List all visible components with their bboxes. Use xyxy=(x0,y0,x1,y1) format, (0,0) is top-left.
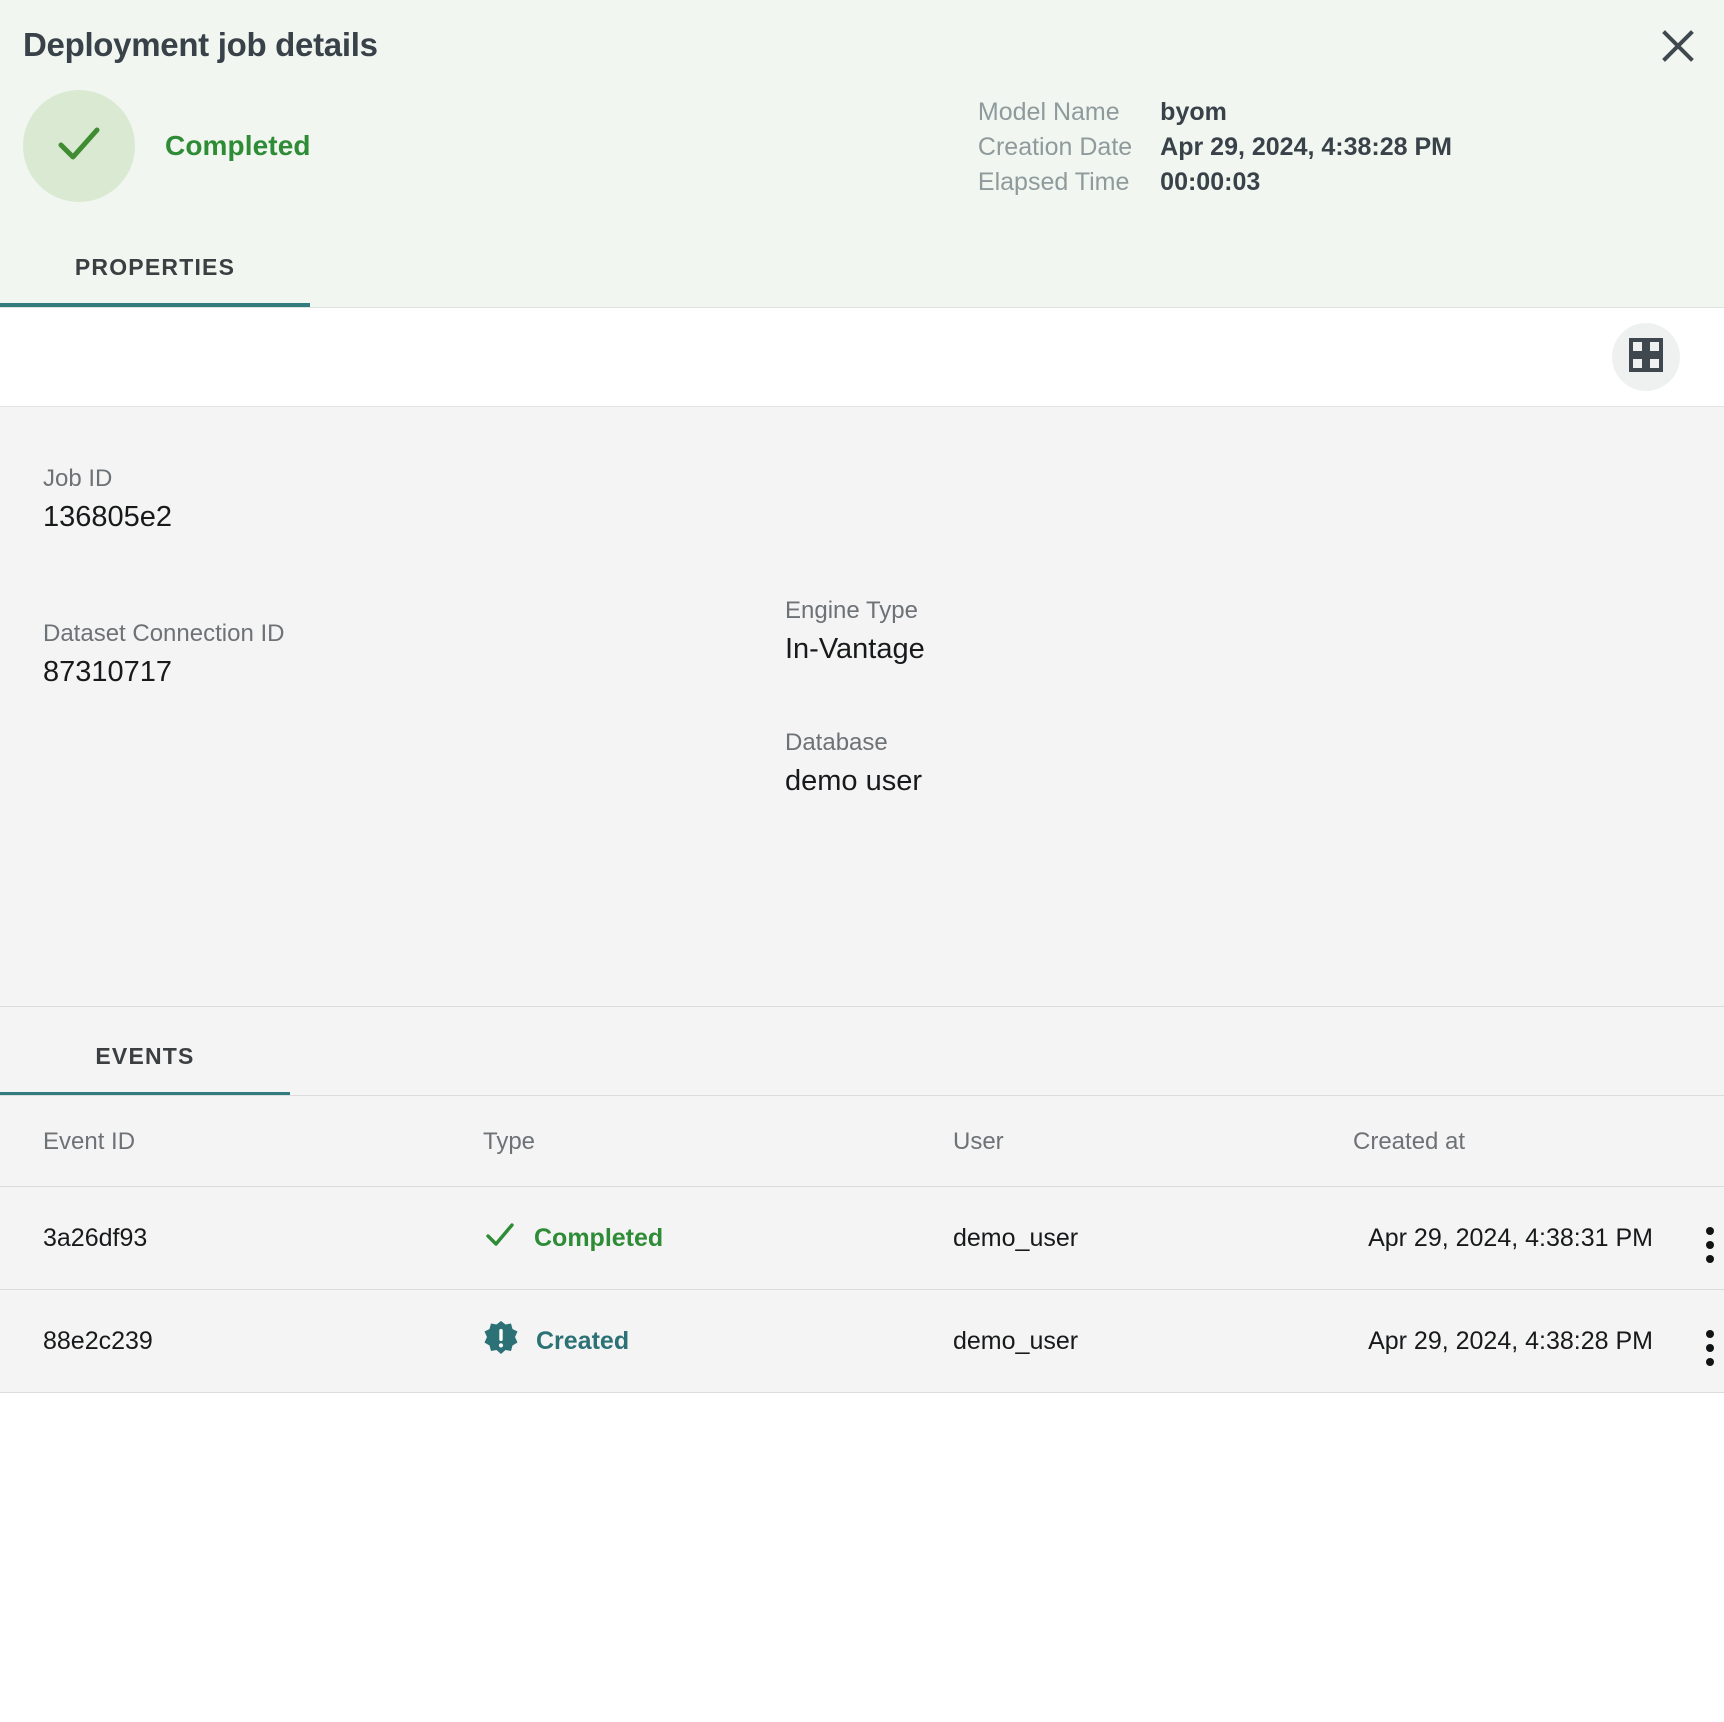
cell-event-id: 3a26df93 xyxy=(0,1186,483,1290)
cell-user: demo_user xyxy=(953,1186,1353,1290)
kebab-menu-icon[interactable] xyxy=(1706,1227,1714,1263)
field-label-database: Database xyxy=(785,729,888,756)
grid-view-button[interactable] xyxy=(1612,323,1680,391)
status-label: Completed xyxy=(165,130,311,161)
tab-events[interactable]: EVENTS xyxy=(0,1043,290,1096)
cell-type-label: Completed xyxy=(534,1223,664,1252)
field-label-job-id: Job ID xyxy=(43,465,113,492)
events-table: Event ID Type User Created at 3a26df93 C… xyxy=(0,1096,1724,1393)
close-icon xyxy=(1661,29,1695,63)
events-table-body: 3a26df93 Completed demo_user Apr 29, 202… xyxy=(0,1186,1724,1393)
close-button[interactable] xyxy=(1654,22,1702,70)
meta-value-elapsed-time: 00:00:03 xyxy=(1160,168,1261,196)
dialog-header: Deployment job details Completed Model N… xyxy=(0,0,1724,308)
field-database: Database demo user xyxy=(785,715,1485,798)
meta-label-creation-date: Creation Date xyxy=(977,133,1133,161)
cell-type: Completed xyxy=(483,1186,953,1290)
column-header-event-id[interactable]: Event ID xyxy=(0,1096,483,1187)
check-icon xyxy=(483,1218,517,1259)
events-empty-space xyxy=(0,1393,1724,1722)
field-value-dataset-connection-id: 87310717 xyxy=(43,656,173,688)
column-header-created-at[interactable]: Created at xyxy=(1353,1096,1653,1187)
field-label-dataset-connection-id: Dataset Connection ID xyxy=(43,620,285,647)
status-badge xyxy=(23,90,135,202)
job-status: Completed xyxy=(0,90,311,202)
table-row[interactable]: 3a26df93 Completed demo_user Apr 29, 202… xyxy=(0,1186,1724,1290)
meta-label-elapsed-time: Elapsed Time xyxy=(977,168,1130,196)
cell-created-at: Apr 29, 2024, 4:38:31 PM xyxy=(1353,1186,1653,1290)
cell-created-at: Apr 29, 2024, 4:38:28 PM xyxy=(1353,1289,1653,1393)
events-tabbar: EVENTS xyxy=(0,1007,1724,1096)
header-summary: Completed Model Name byom Creation Date … xyxy=(0,64,1724,202)
properties-toolbar xyxy=(0,308,1724,407)
column-header-actions xyxy=(1653,1096,1724,1187)
field-job-id: Job ID 136805e2 xyxy=(43,407,743,534)
exclamation-badge-icon xyxy=(483,1320,519,1363)
column-header-user[interactable]: User xyxy=(953,1096,1353,1187)
properties-column-right: Engine Type In-Vantage Database demo use… xyxy=(785,407,1485,847)
field-label-engine-type: Engine Type xyxy=(785,597,918,624)
field-value-job-id: 136805e2 xyxy=(43,501,173,533)
events-table-head: Event ID Type User Created at xyxy=(0,1096,1724,1187)
meta-value-model-name: byom xyxy=(1160,98,1227,126)
cell-actions xyxy=(1653,1186,1724,1290)
cell-type-label: Created xyxy=(536,1326,630,1355)
properties-tabbar: PROPERTIES xyxy=(0,226,1724,307)
cell-actions xyxy=(1653,1289,1724,1393)
cell-type: Created xyxy=(483,1289,953,1393)
column-header-type[interactable]: Type xyxy=(483,1096,953,1187)
table-row[interactable]: 88e2c239 Created demo_user Apr 29, 2024,… xyxy=(0,1289,1724,1393)
field-value-engine-type: In-Vantage xyxy=(785,633,925,665)
cell-user: demo_user xyxy=(953,1289,1353,1393)
grid-view-icon xyxy=(1629,337,1663,377)
kebab-menu-icon[interactable] xyxy=(1706,1330,1714,1366)
field-dataset-connection-id: Dataset Connection ID 87310717 xyxy=(43,583,743,689)
meta-label-model-name: Model Name xyxy=(977,98,1120,126)
events-panel: EVENTS Event ID Type User Created at 3a2… xyxy=(0,1007,1724,1722)
page-title: Deployment job details xyxy=(23,26,378,63)
deployment-job-details-dialog: Deployment job details Completed Model N… xyxy=(0,0,1724,1722)
properties-panel: Job ID 136805e2 Dataset Connection ID 87… xyxy=(0,407,1724,1007)
properties-column-left: Job ID 136805e2 Dataset Connection ID 87… xyxy=(43,407,743,738)
meta-value-creation-date: Apr 29, 2024, 4:38:28 PM xyxy=(1160,133,1452,161)
cell-event-id: 88e2c239 xyxy=(0,1289,483,1393)
events-table-header-row: Event ID Type User Created at xyxy=(0,1096,1724,1187)
check-icon xyxy=(51,116,107,177)
job-metadata: Model Name byom Creation Date Apr 29, 20… xyxy=(978,98,1452,197)
tab-properties[interactable]: PROPERTIES xyxy=(0,254,310,307)
field-engine-type: Engine Type In-Vantage xyxy=(785,407,1485,666)
field-value-database: demo user xyxy=(785,765,923,797)
